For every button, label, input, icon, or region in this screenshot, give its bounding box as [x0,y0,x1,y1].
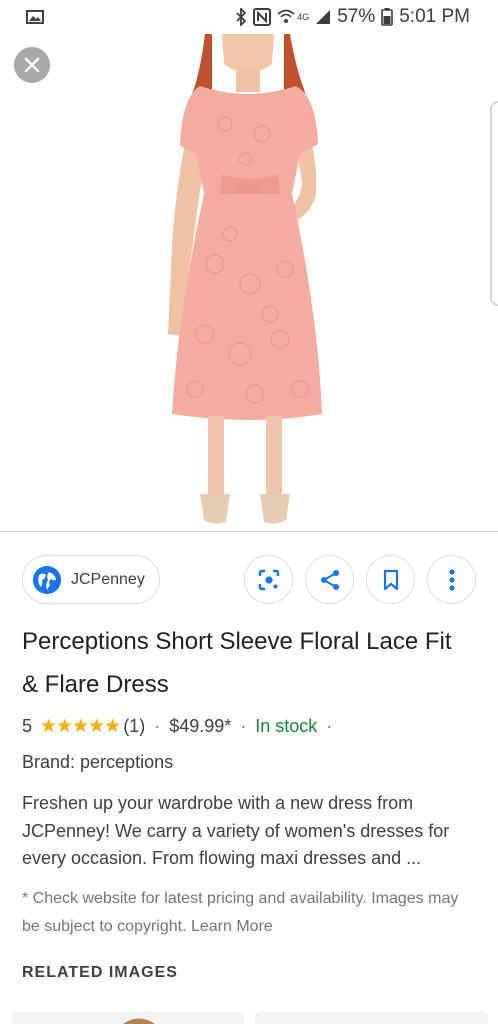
clock: 5:01 PM [399,6,470,27]
product-title[interactable]: Perceptions Short Sleeve Floral Lace Fit… [22,620,462,706]
related-image-thumb[interactable] [11,1011,244,1024]
separator-dot: · [154,715,161,736]
more-vert-icon [448,568,455,591]
lens-icon [258,569,279,590]
nfc-icon [253,8,272,26]
share-button[interactable] [305,555,354,604]
rating-value: 5 [22,715,33,736]
separator-dot: · [240,715,247,736]
rating-stars: ★★★★★ [40,715,121,737]
related-image [123,1018,155,1024]
battery-icon [381,8,394,26]
related-image-thumb[interactable] [255,1011,488,1024]
side-panel-handle[interactable] [490,101,498,306]
lens-button[interactable] [244,555,293,604]
separator-dot: · [326,715,333,736]
network-type: 4G [297,12,310,22]
save-button[interactable] [366,555,415,604]
battery-percent: 57% [337,6,376,27]
disclaimer: * Check website for latest pricing and a… [22,890,459,935]
signal-icon [316,10,331,24]
dress-image [168,34,322,524]
availability: In stock [255,715,318,736]
divider [0,531,498,532]
product-meta-row: 5 ★★★★★ (1) · $49.99* · In stock · [22,712,341,740]
status-bar: 4G 57% 5:01 PM [0,0,498,34]
bookmark-icon [383,569,398,590]
wifi-icon [277,9,295,23]
brand-line: Brand: perceptions [22,752,174,772]
close-icon [24,57,40,73]
share-icon [320,569,339,590]
product-description: Freshen up your wardrobe with a new dres… [22,793,450,868]
gallery-icon [26,10,44,24]
globe-icon [33,565,61,594]
source-label: JCPenney [71,570,145,588]
bluetooth-icon [236,8,247,26]
image-viewer[interactable] [0,34,498,531]
more-button[interactable] [427,555,476,604]
close-button[interactable] [14,47,50,83]
related-images-heading: RELATED IMAGES [22,964,178,981]
source-chip[interactable]: JCPenney [22,555,160,604]
price: $49.99* [169,715,232,736]
review-count: (1) [123,715,146,736]
